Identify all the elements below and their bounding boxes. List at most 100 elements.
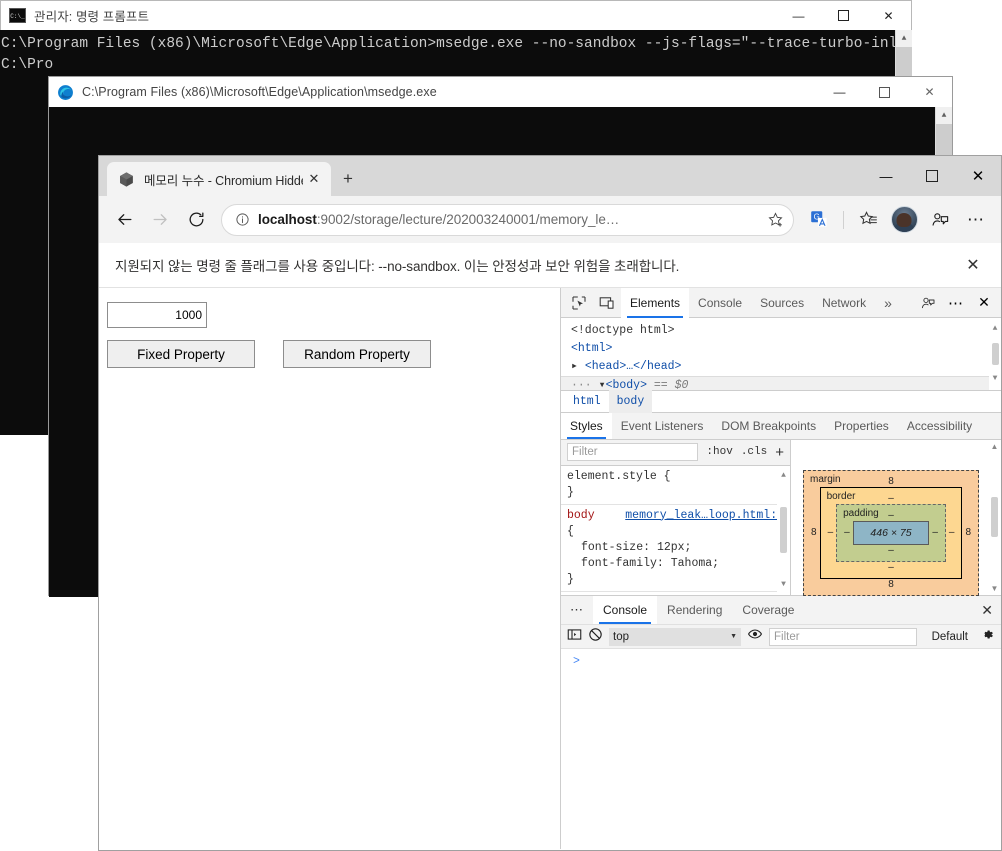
scrollbar-thumb[interactable] [896,47,912,79]
cmd-front-close-button[interactable]: ✕ [907,77,952,107]
box-model-content-size[interactable]: 446 × 75 [852,520,930,545]
cls-toggle[interactable]: .cls [741,446,767,458]
console-sidebar-icon[interactable] [567,627,582,647]
css-rules-list[interactable]: element.style { } body memory_leak…loop.… [561,465,790,595]
box-model-diagram[interactable]: margin 8 8 border – – padding – – 446 × … [803,469,979,596]
window-controls[interactable]: — ✕ [863,156,1001,196]
translate-icon[interactable]: G [802,203,836,237]
cmd-front-minimize-button[interactable]: — [817,77,862,107]
padding-right-value[interactable]: – [929,527,941,538]
box-model-padding[interactable]: padding – – 446 × 75 – – [836,503,946,562]
scrollbar-thumb[interactable] [991,497,998,538]
css-property-name[interactable]: font-family [581,557,657,570]
css-selector[interactable]: body [567,509,595,522]
tab-event-listeners[interactable]: Event Listeners [612,413,713,439]
count-input[interactable] [107,302,207,328]
reload-button[interactable] [179,203,213,237]
drawer-more-button[interactable]: ⋯ [561,596,593,624]
box-model-border[interactable]: border – – padding – – 446 × 75 – – – – [819,486,963,579]
dom-ellipsis[interactable]: ··· [571,379,592,390]
margin-bottom-value[interactable]: 8 [808,579,974,591]
box-model-margin[interactable]: margin 8 8 border – – padding – – 446 × … [803,469,979,596]
drawer-tab-console[interactable]: Console [593,596,658,624]
scroll-up-icon[interactable]: ▲ [896,30,912,47]
browser-close-button[interactable]: ✕ [955,156,1001,196]
breadcrumb-body[interactable]: body [608,389,653,413]
scroll-down-icon[interactable]: ▼ [781,577,786,593]
expand-triangle-icon[interactable]: ▸ [571,360,578,373]
tab-strip[interactable]: 메모리 누수 - Chromium Hidden ✕ + — ✕ [99,156,1001,196]
cmd-back-close-button[interactable]: ✕ [866,1,911,31]
padding-bottom-value[interactable]: – [841,545,941,557]
profile-photo[interactable] [890,206,918,233]
forward-button[interactable] [143,203,177,237]
inspect-cursor-icon[interactable] [565,290,593,316]
browser-minimize-button[interactable]: — [863,156,909,196]
back-button[interactable] [107,203,141,237]
cmd-front-maximize-button[interactable] [862,77,907,107]
dom-node-doctype[interactable]: <!doctype html> [571,322,1001,340]
cmd-front-titlebar[interactable]: C:\Program Files (x86)\Microsoft\Edge\Ap… [49,77,952,107]
drawer-close-button[interactable]: ✕ [981,602,993,619]
collections-star-icon[interactable] [851,203,885,237]
more-tabs-button[interactable]: » [875,288,901,318]
tab-dom-breakpoints[interactable]: DOM Breakpoints [712,413,825,439]
breadcrumb-html[interactable]: html [565,390,609,413]
padding-left-value[interactable]: – [841,527,853,538]
computed-scrollbar[interactable]: ▲ ▼ [988,439,1001,595]
scroll-down-icon[interactable]: ▼ [991,584,999,593]
person-arrow-icon[interactable] [914,290,942,316]
browser-toolbar[interactable]: localhost:9002/storage/lecture/202003240… [99,196,1001,243]
device-toolbar-icon[interactable] [593,290,621,316]
address-bar-text[interactable]: localhost:9002/storage/lecture/202003240… [252,212,763,227]
css-rule-body[interactable]: body memory_leak…loop.html:7 { font-size… [561,505,790,592]
border-right-value[interactable]: – [946,527,958,538]
css-rule-element-style[interactable]: element.style { } [561,466,790,505]
scrollbar-thumb[interactable] [991,342,999,365]
tab-sources[interactable]: Sources [751,288,813,318]
cmd-back-titlebar[interactable]: C:\_ 관리자: 명령 프롬프트 — ✕ [0,0,912,30]
css-property-value[interactable]: Tahoma [671,557,712,570]
cmd-back-minimize-button[interactable]: — [776,1,821,31]
dom-tree-scrollbar[interactable]: ▲ ▼ [989,318,1001,390]
address-bar[interactable]: localhost:9002/storage/lecture/202003240… [221,203,794,236]
scroll-up-icon[interactable]: ▲ [993,320,998,338]
edge-browser-window[interactable]: 메모리 누수 - Chromium Hidden ✕ + — ✕ localho… [98,155,1002,851]
scrollbar-thumb[interactable] [780,507,787,554]
tab-console[interactable]: Console [689,288,751,318]
breadcrumb[interactable]: html body [561,389,1001,413]
new-style-rule-button[interactable]: + [775,445,784,460]
drawer-tab-coverage[interactable]: Coverage [732,596,804,624]
gear-icon[interactable] [980,627,995,647]
console-log-levels[interactable]: Default [932,631,968,643]
scroll-down-icon[interactable]: ▼ [993,370,998,388]
console-output[interactable]: > [561,649,1001,849]
devtools-settings-button[interactable]: ⋯ [942,290,970,316]
browser-settings-button[interactable]: ⋯ [959,203,993,237]
devtools-close-button[interactable]: ✕ [970,290,998,316]
border-left-value[interactable]: – [825,527,837,538]
tab-network[interactable]: Network [813,288,875,318]
clear-console-icon[interactable] [588,627,603,647]
console-context-selector[interactable]: top ▼ [609,627,741,646]
border-bottom-value[interactable]: – [825,562,958,574]
collapse-triangle-icon[interactable]: ▾ [599,379,606,390]
share-person-icon[interactable] [923,203,957,237]
css-selector[interactable]: element.style [567,470,657,483]
console-filter-input[interactable]: Filter [769,627,917,646]
browser-tab[interactable]: 메모리 누수 - Chromium Hidden ✕ [107,162,331,196]
fixed-property-button[interactable]: Fixed Property [107,340,255,368]
close-icon[interactable]: ✕ [959,251,987,279]
tab-properties[interactable]: Properties [825,413,898,439]
margin-left-value[interactable]: 8 [808,527,820,538]
css-property-value[interactable]: 12px [657,541,685,554]
scroll-up-icon[interactable]: ▲ [936,107,952,124]
css-source-link[interactable]: memory_leak…loop.html:7 [625,508,784,524]
star-plus-icon[interactable] [763,208,787,232]
scroll-up-icon[interactable]: ▲ [991,442,999,451]
new-tab-button[interactable]: + [331,162,365,196]
cmd-back-maximize-button[interactable] [821,1,866,31]
styles-filter-input[interactable]: Filter [567,443,699,462]
info-circle-icon[interactable] [232,210,252,230]
live-expression-icon[interactable] [747,626,763,647]
